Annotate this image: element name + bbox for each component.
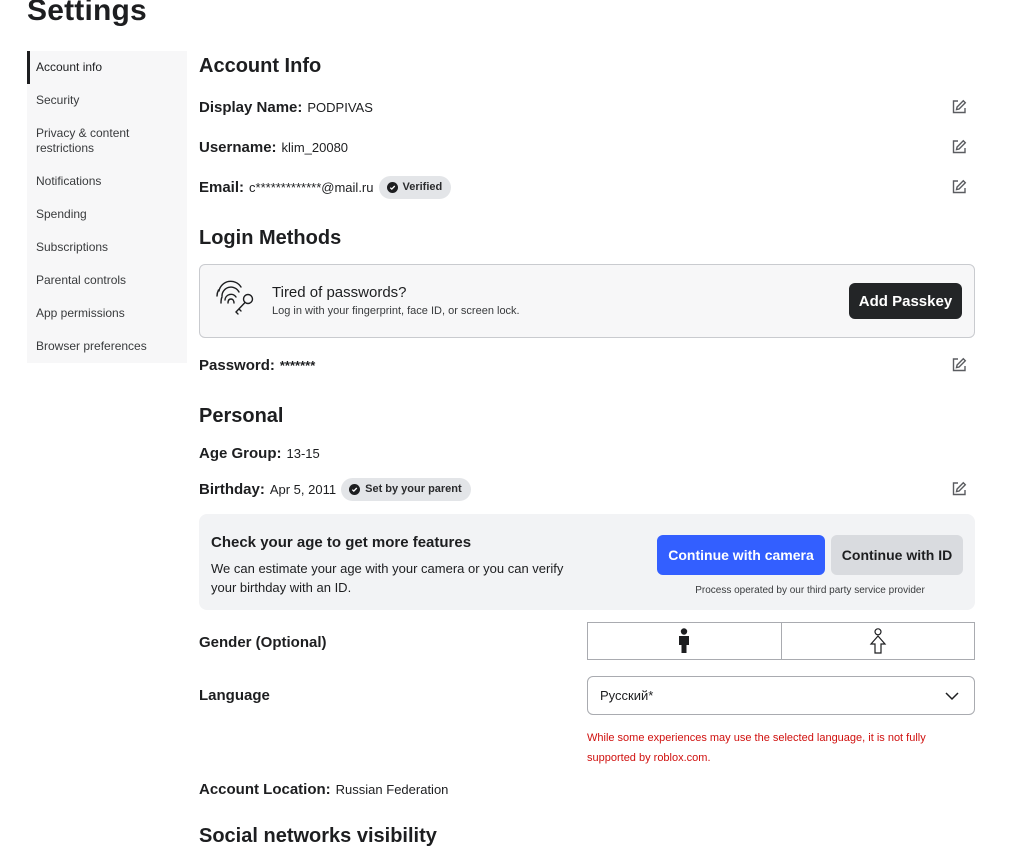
social-networks-heading: Social networks visibility bbox=[199, 825, 437, 847]
password-row: Password: ******* bbox=[199, 353, 975, 377]
male-icon bbox=[679, 628, 690, 653]
language-selected-value: Русский* bbox=[600, 688, 654, 703]
gender-label: Gender (Optional) bbox=[199, 633, 327, 651]
gender-female-option[interactable] bbox=[780, 623, 975, 659]
gender-toggle bbox=[587, 622, 975, 660]
passkey-card: Tired of passwords? Log in with your fin… bbox=[199, 264, 975, 338]
age-check-title: Check your age to get more features bbox=[211, 534, 472, 551]
page-title: Settings bbox=[27, 0, 147, 27]
language-warning: While some experiences may use the selec… bbox=[587, 732, 926, 764]
set-by-parent-label: Set by your parent bbox=[365, 483, 462, 495]
login-methods-heading: Login Methods bbox=[199, 227, 342, 249]
language-select[interactable]: Русский* bbox=[587, 676, 975, 715]
password-value: ******* bbox=[279, 357, 316, 373]
set-by-parent-badge: Set by your parent bbox=[341, 477, 471, 501]
sidebar-item-privacy[interactable]: Privacy & content restrictions bbox=[27, 117, 187, 165]
edit-icon[interactable] bbox=[949, 177, 969, 197]
age-check-description: We can estimate your age with your camer… bbox=[211, 561, 564, 595]
account-location-value: Russian Federation bbox=[335, 781, 449, 797]
fingerprint-key-icon bbox=[216, 280, 254, 315]
birthday-value: Apr 5, 2011 bbox=[269, 481, 337, 497]
edit-icon[interactable] bbox=[949, 97, 969, 117]
add-passkey-button[interactable]: Add Passkey bbox=[849, 283, 962, 319]
passkey-title: Tired of passwords? bbox=[272, 284, 407, 301]
edit-icon[interactable] bbox=[949, 355, 969, 375]
sidebar-item-notifications[interactable]: Notifications bbox=[27, 165, 187, 198]
sidebar-item-parental-controls[interactable]: Parental controls bbox=[27, 264, 187, 297]
email-label: Email: bbox=[199, 178, 245, 196]
check-circle-icon bbox=[386, 181, 398, 193]
gender-male-option[interactable] bbox=[588, 623, 781, 659]
language-label: Language bbox=[199, 686, 270, 704]
sidebar-item-account-info[interactable]: Account info bbox=[27, 51, 187, 84]
check-circle-icon bbox=[349, 483, 361, 495]
female-icon bbox=[869, 628, 887, 654]
birthday-row: Birthday: Apr 5, 2011 Set by your parent bbox=[199, 477, 975, 501]
email-value: c*************@mail.ru bbox=[249, 179, 374, 195]
username-value: klim_20080 bbox=[281, 139, 349, 155]
display-name-row: Display Name: PODPIVAS bbox=[199, 95, 975, 119]
sidebar-item-security[interactable]: Security bbox=[27, 84, 187, 117]
chevron-down-icon bbox=[945, 692, 959, 701]
personal-heading: Personal bbox=[199, 405, 284, 427]
age-group-row: Age Group: 13-15 bbox=[199, 441, 975, 465]
account-info-heading: Account Info bbox=[199, 55, 322, 77]
verified-badge: Verified bbox=[378, 175, 452, 199]
age-group-label: Age Group: bbox=[199, 444, 282, 462]
username-row: Username: klim_20080 bbox=[199, 135, 975, 159]
age-check-note: Process operated by our third party serv… bbox=[695, 585, 925, 596]
birthday-label: Birthday: bbox=[199, 480, 265, 498]
age-group-value: 13-15 bbox=[286, 445, 320, 461]
verified-badge-label: Verified bbox=[402, 181, 443, 193]
username-label: Username: bbox=[199, 138, 277, 156]
account-location-row: Account Location: Russian Federation bbox=[199, 777, 975, 801]
edit-icon[interactable] bbox=[949, 479, 969, 499]
display-name-value: PODPIVAS bbox=[307, 99, 373, 115]
settings-sidebar: Account info Security Privacy & content … bbox=[27, 51, 187, 363]
sidebar-item-app-permissions[interactable]: App permissions bbox=[27, 297, 187, 330]
sidebar-item-browser-preferences[interactable]: Browser preferences bbox=[27, 330, 187, 363]
continue-with-camera-button[interactable]: Continue with camera bbox=[657, 535, 825, 575]
email-row: Email: c*************@mail.ru Verified bbox=[199, 175, 975, 199]
sidebar-item-subscriptions[interactable]: Subscriptions bbox=[27, 231, 187, 264]
continue-with-id-button[interactable]: Continue with ID bbox=[831, 535, 963, 575]
edit-icon[interactable] bbox=[949, 137, 969, 157]
age-check-card: Check your age to get more features We c… bbox=[199, 514, 975, 610]
sidebar-item-spending[interactable]: Spending bbox=[27, 198, 187, 231]
display-name-label: Display Name: bbox=[199, 98, 303, 116]
account-location-label: Account Location: bbox=[199, 780, 331, 798]
passkey-subtitle: Log in with your fingerprint, face ID, o… bbox=[272, 305, 520, 317]
password-label: Password: bbox=[199, 356, 275, 374]
